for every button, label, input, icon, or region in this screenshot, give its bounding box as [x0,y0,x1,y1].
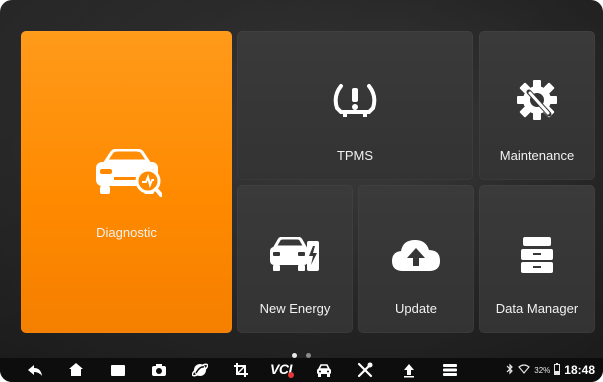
clock: 18:48 [564,363,595,377]
battery-icon [554,363,561,377]
car-diagnostic-icon [92,148,163,199]
page-indicator [0,345,603,358]
maintenance-label: Maintenance [499,148,575,163]
new-energy-label: New Energy [259,301,331,316]
wrench-gear-icon [517,80,557,120]
tools-icon[interactable] [357,362,373,378]
drawer-cabinet-icon [520,236,554,274]
taskbar: VCI 32% 18:48 [0,358,603,382]
wifi-icon [518,364,531,376]
browser-icon[interactable] [192,362,208,378]
update-label: Update [395,301,437,316]
diagnostic-tile[interactable]: Diagnostic [21,31,232,333]
data-manager-tile[interactable]: Data Manager [479,185,595,333]
cloud-upload-icon [391,237,441,273]
diagnostic-label: Diagnostic [96,225,157,240]
ev-charging-car-icon [269,236,321,273]
maintenance-tile[interactable]: Maintenance [479,31,595,180]
recent-apps-icon[interactable] [110,362,126,378]
home-icon[interactable] [68,362,84,378]
status-area: 32% 18:48 [506,362,595,378]
bluetooth-icon [506,363,514,377]
menu-icon[interactable] [442,362,458,378]
vci-status-dot [288,372,294,378]
camera-icon[interactable] [151,362,167,378]
car-icon[interactable] [316,362,332,378]
data-manager-label: Data Manager [495,301,579,316]
home-screen: Diagnostic TPMS Maintenance New Energy U… [0,0,603,382]
update-tile[interactable]: Update [358,185,474,333]
crop-icon[interactable] [233,362,249,378]
upload-icon[interactable] [401,362,417,378]
battery-percent: 32% [534,365,551,375]
tire-pressure-icon [331,82,379,118]
tpms-label: TPMS [336,148,374,163]
new-energy-tile[interactable]: New Energy [237,185,353,333]
tpms-tile[interactable]: TPMS [237,31,473,180]
back-icon[interactable] [27,362,43,378]
